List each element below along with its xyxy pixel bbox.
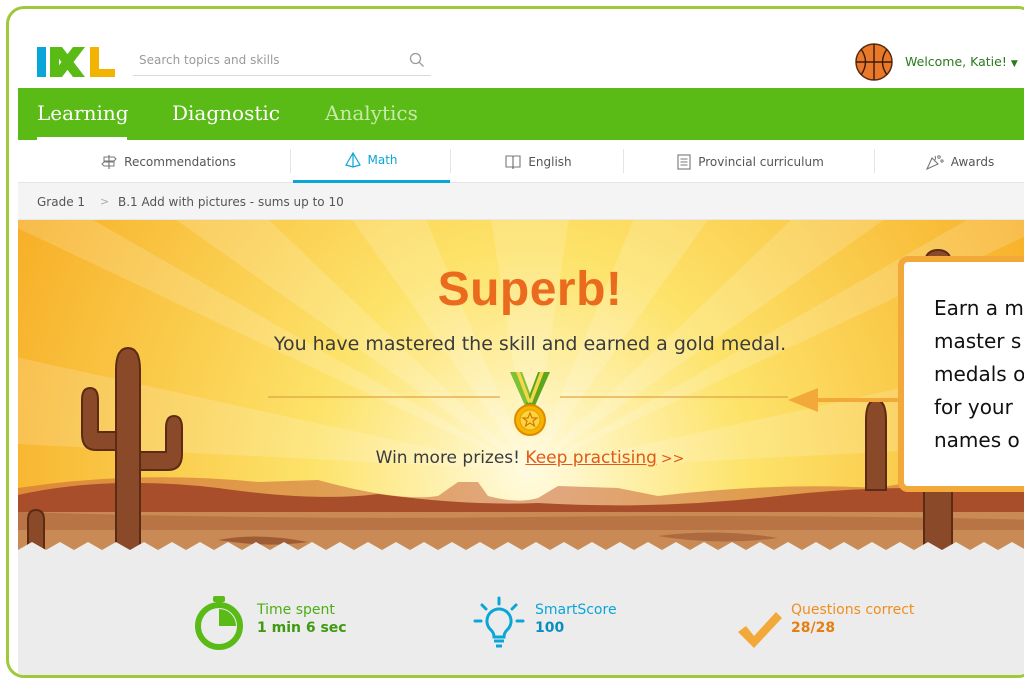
questions-correct-stat: Questions correct 28/28: [791, 602, 914, 636]
stats-bar: Time spent 1 min 6 sec SmartScore 100 Qu…: [18, 560, 1024, 675]
nav-diagnostic[interactable]: Diagnostic: [172, 101, 280, 125]
ixl-logo[interactable]: [37, 47, 117, 77]
tab-divider: [290, 149, 291, 173]
headline: Superb!: [437, 263, 623, 316]
page: Welcome, Katie!▼ Learning Diagnostic Ana…: [18, 18, 1024, 675]
smartscore-value: 100: [535, 620, 565, 636]
tooltip-line: medals o: [934, 362, 1024, 386]
win-more-prompt: Win more prizes! Keep practising >>: [18, 448, 1024, 468]
tab-recommendations[interactable]: Recommendations: [58, 140, 278, 183]
tab-recommendations-label: Recommendations: [124, 154, 236, 169]
keep-practising-link[interactable]: Keep practising: [525, 448, 657, 468]
stopwatch-icon: [195, 596, 243, 650]
tab-awards[interactable]: Awards: [877, 140, 1024, 183]
basketball-avatar[interactable]: [854, 43, 894, 81]
tooltip-callout: Earn a m master s medals o for your name…: [898, 256, 1024, 492]
search-input[interactable]: [133, 46, 393, 74]
confetti-icon: [925, 154, 944, 170]
tab-divider: [623, 149, 624, 173]
gold-medal-icon: [510, 372, 550, 436]
tab-math-label: Math: [367, 153, 398, 167]
search-box[interactable]: [133, 46, 431, 76]
lightbulb-icon: [473, 596, 525, 648]
breadcrumb-grade[interactable]: Grade 1: [37, 195, 85, 209]
welcome-text: Welcome, Katie!: [905, 54, 1007, 69]
search-icon[interactable]: [409, 52, 425, 68]
breadcrumb: Grade 1 > B.1 Add with pictures - sums u…: [18, 183, 1024, 220]
questions-correct-label: Questions correct: [791, 602, 915, 618]
tab-divider: [450, 149, 451, 173]
breadcrumb-skill: B.1 Add with pictures - sums up to 10: [118, 195, 344, 209]
win-more-text: Win more prizes!: [375, 448, 520, 468]
tooltip-line: names o: [934, 428, 1020, 452]
tab-english[interactable]: English: [453, 140, 623, 183]
questions-correct-value: 28/28: [791, 620, 836, 636]
tooltip-text: Earn a m master s medals o for your name…: [934, 292, 1024, 457]
tab-english-label: English: [528, 154, 572, 169]
screenshot-frame: Welcome, Katie!▼ Learning Diagnostic Ana…: [6, 6, 1024, 678]
top-bar: Welcome, Katie!▼: [18, 18, 1024, 88]
breadcrumb-separator: >: [100, 195, 110, 208]
time-spent-stat: Time spent 1 min 6 sec: [257, 602, 347, 636]
sub-nav: Recommendations Math English Provincial …: [18, 140, 1024, 183]
smartscore-stat: SmartScore 100: [535, 602, 617, 636]
document-list-icon: [677, 153, 691, 170]
signpost-icon: [101, 154, 117, 169]
tooltip-line: master s: [934, 329, 1022, 353]
mastery-message: You have mastered the skill and earned a…: [273, 333, 787, 355]
double-chevron-icon: >>: [660, 451, 685, 467]
tooltip-line: for your: [934, 395, 1013, 419]
book-icon: [505, 154, 521, 169]
checkmark-icon: [738, 612, 782, 648]
smartscore-label: SmartScore: [535, 602, 617, 618]
time-spent-label: Time spent: [257, 602, 335, 618]
nav-analytics[interactable]: Analytics: [325, 101, 418, 125]
tab-math[interactable]: Math: [293, 140, 450, 183]
main-nav: Learning Diagnostic Analytics: [18, 88, 1024, 140]
time-spent-value: 1 min 6 sec: [257, 620, 347, 636]
tooltip-line: Earn a m: [934, 296, 1024, 320]
welcome-menu[interactable]: Welcome, Katie! ▼: [905, 54, 1018, 69]
pyramid-icon: [345, 152, 362, 168]
tab-awards-label: Awards: [950, 154, 995, 169]
tab-provincial-curriculum-label: Provincial curriculum: [698, 154, 824, 169]
callout-arrow-icon: [788, 388, 908, 412]
caret-down-icon: ▼: [1010, 59, 1018, 69]
nav-learning[interactable]: Learning: [37, 101, 129, 125]
tab-provincial-curriculum[interactable]: Provincial curriculum: [626, 140, 874, 183]
tab-divider: [874, 149, 875, 173]
